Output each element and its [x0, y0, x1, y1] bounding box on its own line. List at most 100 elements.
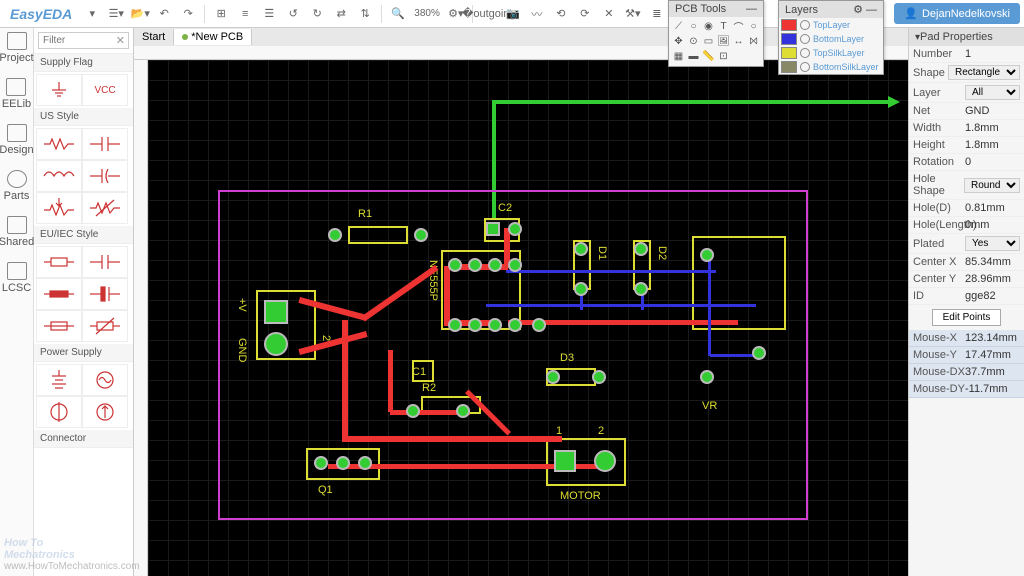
section-eu-style[interactable]: EU/IEC Style [34, 226, 133, 244]
part-vcc[interactable]: VCC [82, 74, 128, 106]
prop-value[interactable]: 0.81mm [965, 202, 1020, 214]
part-dc-source[interactable] [36, 396, 82, 428]
rotate-r-icon[interactable]: ↻ [307, 4, 327, 24]
tool-pad[interactable]: ○ [686, 19, 701, 34]
eye-icon[interactable] [800, 34, 810, 44]
sidebar-shared[interactable]: Shared [0, 216, 34, 248]
tool-circle[interactable]: ○ [746, 19, 761, 34]
file-icon[interactable]: ▾ [82, 4, 102, 24]
update-icon[interactable]: ⟳ [575, 4, 595, 24]
minimize-icon[interactable]: — [746, 3, 757, 15]
part-res-eu[interactable] [36, 246, 82, 278]
section-supply-flag[interactable]: Supply Flag [34, 54, 133, 72]
prop-value[interactable]: GND [965, 105, 1020, 117]
eye-icon[interactable] [800, 62, 810, 72]
section-us-style[interactable]: US Style [34, 108, 133, 126]
section-power-supply[interactable]: Power Supply [34, 344, 133, 362]
prop-value[interactable]: 1.8mm [965, 139, 1020, 151]
flip-v-icon[interactable]: ⇅ [355, 4, 375, 24]
convert-icon[interactable]: ⟲ [551, 4, 571, 24]
tool-image[interactable]: 🖼 [716, 34, 731, 49]
part-ind-us[interactable] [36, 160, 82, 192]
sidebar-eelib[interactable]: EELib [2, 78, 31, 110]
filter-clear-icon[interactable]: ✕ [116, 34, 125, 47]
camera-icon[interactable]: 📷 [503, 4, 523, 24]
pcb-tools-panel[interactable]: PCB Tools— ⟋ ○ ◉ T ⌒ ○ ✥ ⊙ ▭ 🖼 ↔ ⨝ ▦ ▬ 📏… [668, 0, 764, 67]
tools-icon[interactable]: ✕ [599, 4, 619, 24]
prop-select[interactable]: Rectangle [948, 65, 1020, 80]
eye-icon[interactable] [800, 48, 810, 58]
rotate-l-icon[interactable]: ↺ [283, 4, 303, 24]
tool-rect[interactable]: ▭ [701, 34, 716, 49]
eye-icon[interactable] [800, 20, 810, 30]
prop-select[interactable]: Round [964, 178, 1020, 193]
user-button[interactable]: 👤 DejanNedelkovski [894, 3, 1020, 24]
share-icon[interactable]: �outgoing [479, 4, 499, 24]
part-gnd[interactable] [36, 74, 82, 106]
part-ac-source[interactable] [82, 364, 128, 396]
layout-icon[interactable]: ⊞ [211, 4, 231, 24]
layer-row-TopLayer[interactable]: TopLayer [779, 18, 883, 32]
sidebar-project[interactable]: Project [0, 32, 34, 64]
undo-icon[interactable]: ↶ [154, 4, 174, 24]
part-battery[interactable] [36, 364, 82, 396]
prop-select[interactable]: Yes [965, 236, 1020, 251]
tool-group[interactable]: ⊡ [716, 49, 731, 64]
tool-measure[interactable]: 📏 [701, 49, 716, 64]
part-cap-us[interactable] [82, 128, 128, 160]
part-cap-pol-us[interactable] [82, 160, 128, 192]
menu-icon[interactable]: ☰▾ [106, 4, 126, 24]
gear-icon[interactable]: ⚙ [853, 4, 863, 16]
prop-value[interactable]: 28.96mm [965, 273, 1020, 285]
layer-row-BottomSilkLayer[interactable]: BottomSilkLayer [779, 60, 883, 74]
prop-value[interactable]: gge82 [965, 290, 1020, 302]
wave-icon[interactable]: 〰 [527, 4, 547, 24]
part-cap-eu[interactable] [82, 246, 128, 278]
tool-via[interactable]: ◉ [701, 19, 716, 34]
tool-track[interactable]: ⟋ [671, 19, 686, 34]
sidebar-parts[interactable]: Parts [4, 170, 30, 202]
tool-hole[interactable]: ⊙ [686, 34, 701, 49]
prop-value[interactable]: 0 [965, 156, 1020, 168]
tool-text[interactable]: T [716, 19, 731, 34]
part-varres-us[interactable] [82, 192, 128, 224]
prop-select[interactable]: All [965, 85, 1020, 100]
tool-connect[interactable]: ⨝ [746, 34, 761, 49]
prop-value[interactable]: 1 [965, 48, 1020, 60]
section-connector[interactable]: Connector [34, 430, 133, 448]
part-cap-pol-eu[interactable] [82, 278, 128, 310]
tool-move[interactable]: ✥ [671, 34, 686, 49]
layer-row-BottomLayer[interactable]: BottomLayer [779, 32, 883, 46]
tab-new-pcb[interactable]: *New PCB [174, 29, 252, 45]
fab-icon[interactable]: ⚒▾ [623, 4, 643, 24]
prop-value[interactable]: 0mm [965, 219, 1020, 231]
tool-copper[interactable]: ▦ [671, 49, 686, 64]
sidebar-lcsc[interactable]: LCSC [2, 262, 31, 294]
layers-panel[interactable]: Layers⚙ — TopLayerBottomLayerTopSilkLaye… [778, 0, 884, 75]
part-res-us[interactable] [36, 128, 82, 160]
bom-icon[interactable]: ≣ [647, 4, 667, 24]
redo-icon[interactable]: ↷ [178, 4, 198, 24]
sidebar-design[interactable]: Design [0, 124, 34, 156]
part-pot-us[interactable] [36, 192, 82, 224]
minimize-icon[interactable]: — [866, 4, 877, 16]
prop-value[interactable]: 85.34mm [965, 256, 1020, 268]
comp-r1[interactable] [348, 226, 408, 244]
edit-points-button[interactable]: Edit Points [932, 309, 1002, 326]
tool-solid[interactable]: ▬ [686, 49, 701, 64]
flip-h-icon[interactable]: ⇄ [331, 4, 351, 24]
part-varres-eu[interactable] [82, 310, 128, 342]
align-icon[interactable]: ≡ [235, 4, 255, 24]
pcb-canvas[interactable]: +V GND 2 R1 C2 NE555P C1 R2 D1 D2 D3 VR … [148, 60, 908, 576]
open-icon[interactable]: 📂▾ [130, 4, 150, 24]
part-current-source[interactable] [82, 396, 128, 428]
layer-row-TopSilkLayer[interactable]: TopSilkLayer [779, 46, 883, 60]
zoom-icon[interactable]: 🔍 [388, 4, 408, 24]
part-ind-eu[interactable] [36, 278, 82, 310]
prop-value[interactable]: 1.8mm [965, 122, 1020, 134]
tool-arc[interactable]: ⌒ [731, 19, 746, 34]
part-fuse-eu[interactable] [36, 310, 82, 342]
align2-icon[interactable]: ☰ [259, 4, 279, 24]
tab-start[interactable]: Start [134, 29, 174, 45]
tool-dim[interactable]: ↔ [731, 34, 746, 49]
